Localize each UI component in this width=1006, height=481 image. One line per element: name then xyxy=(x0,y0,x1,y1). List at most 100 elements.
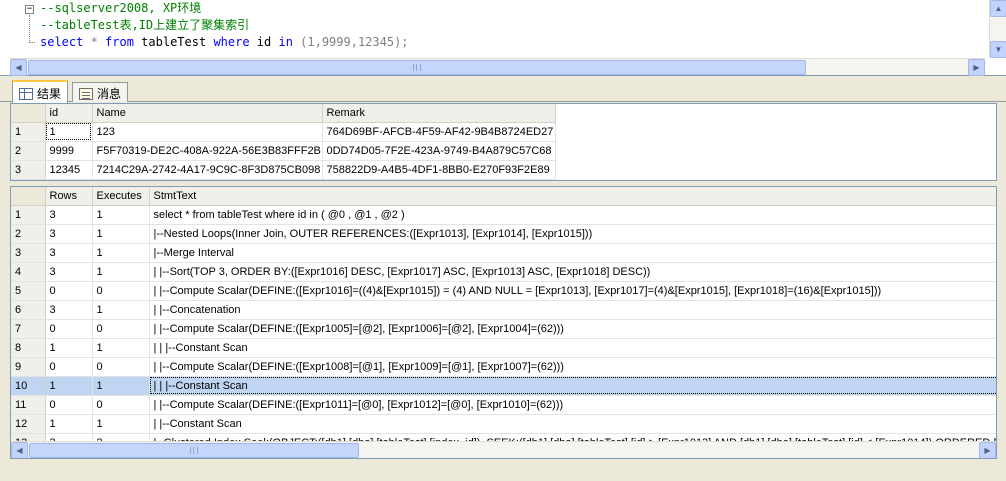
cell-remark[interactable]: 764D69BF-AFCB-4F59-AF42-9B4B8724ED27 xyxy=(322,122,556,142)
scroll-down-icon[interactable]: ▼ xyxy=(990,41,1006,58)
cell-stmttext[interactable]: | | |--Constant Scan xyxy=(149,338,996,358)
cell-executes[interactable]: 1 xyxy=(92,243,150,263)
cell-executes[interactable]: 1 xyxy=(92,376,150,396)
cell-rows[interactable]: 1 xyxy=(45,414,93,434)
row-number[interactable]: 11 xyxy=(11,395,46,415)
cell-remark[interactable]: 758822D9-A4B5-4DF1-8BB0-E270F93F2E89 xyxy=(322,160,556,180)
table-row[interactable]: 1 1 123 764D69BF-AFCB-4F59-AF42-9B4B8724… xyxy=(11,122,556,142)
cell-rows[interactable]: 1 xyxy=(45,338,93,358)
collapse-toggle-icon[interactable]: − xyxy=(25,5,34,14)
cell-stmttext[interactable]: | |--Compute Scalar(DEFINE:([Expr1008]=[… xyxy=(149,357,996,377)
cell-executes[interactable]: 1 xyxy=(92,224,150,244)
cell-rows[interactable]: 0 xyxy=(45,281,93,301)
column-header-executes[interactable]: Executes xyxy=(92,187,150,206)
cell-id[interactable]: 1 xyxy=(45,122,93,142)
table-row[interactable]: 500 | |--Compute Scalar(DEFINE:([Expr101… xyxy=(11,281,996,301)
cell-executes[interactable]: 0 xyxy=(92,395,150,415)
results-grid[interactable]: id Name Remark 1 1 123 764D69BF-AFCB-4F5… xyxy=(10,103,997,181)
cell-executes[interactable]: 0 xyxy=(92,319,150,339)
table-row[interactable]: 11 0 0 | |--Compute Scalar(DEFINE:([Expr10… xyxy=(11,395,996,415)
table-row[interactable]: 431 | |--Sort(TOP 3, ORDER BY:([Expr1016… xyxy=(11,262,996,282)
cell-stmttext[interactable]: | | |--Constant Scan xyxy=(149,376,996,396)
grid-corner[interactable] xyxy=(11,187,46,206)
showplan-scroll-thumb[interactable] xyxy=(29,443,359,458)
editor-vertical-scrollbar[interactable]: ▲ ▼ xyxy=(989,0,1006,58)
row-number[interactable]: 1 xyxy=(11,122,46,142)
cell-stmttext[interactable]: | |--Constant Scan xyxy=(149,414,996,434)
table-row[interactable]: 2 9999 F5F70319-DE2C-408A-922A-56E3B83FF… xyxy=(11,141,556,161)
cell-name[interactable]: 123 xyxy=(92,122,323,142)
showplan-grid[interactable]: Rows Executes StmtText 1 3 1 select * from … xyxy=(10,186,997,459)
cell-name[interactable]: 7214C29A-2742-4A17-9C9C-8F3D875CB098 xyxy=(92,160,323,180)
scroll-up-icon[interactable]: ▲ xyxy=(990,0,1006,17)
table-row[interactable]: 3 12345 7214C29A-2742-4A17-9C9C-8F3D875C… xyxy=(11,160,556,180)
table-row[interactable]: 900 | |--Compute Scalar(DEFINE:([Expr100… xyxy=(11,357,996,377)
cell-id[interactable]: 9999 xyxy=(45,141,93,161)
editor-horizontal-scrollbar[interactable]: ◀ ▶ xyxy=(10,58,985,76)
cell-rows[interactable]: 0 xyxy=(45,357,93,377)
cell-stmttext[interactable]: | |--Sort(TOP 3, ORDER BY:([Expr1016] DE… xyxy=(149,262,996,282)
cell-stmttext[interactable]: | |--Compute Scalar(DEFINE:([Expr1005]=[… xyxy=(149,319,996,339)
scroll-left-icon[interactable]: ◀ xyxy=(10,59,27,76)
cell-rows[interactable]: 3 xyxy=(45,243,93,263)
table-row[interactable]: 631 | |--Concatenation xyxy=(11,300,996,320)
cell-executes[interactable]: 1 xyxy=(92,414,150,434)
row-number[interactable]: 8 xyxy=(11,338,46,358)
row-number[interactable]: 4 xyxy=(11,262,46,282)
row-number[interactable]: 7 xyxy=(11,319,46,339)
cell-executes[interactable]: 0 xyxy=(92,281,150,301)
column-header-stmttext[interactable]: StmtText xyxy=(149,187,996,206)
cell-stmttext[interactable]: |--Nested Loops(Inner Join, OUTER REFERE… xyxy=(149,224,996,244)
cell-rows[interactable]: 0 xyxy=(45,395,93,415)
tab-results[interactable]: 结果 xyxy=(12,80,69,103)
cell-executes[interactable]: 1 xyxy=(92,262,150,282)
cell-stmttext[interactable]: | |--Compute Scalar(DEFINE:([Expr1011]=[… xyxy=(149,395,996,415)
table-row[interactable]: 10 1 1 | | |--Constant Scan xyxy=(11,376,996,396)
table-row[interactable]: 811 | | |--Constant Scan xyxy=(11,338,996,358)
table-row[interactable]: 331 |--Merge Interval xyxy=(11,243,996,263)
cell-rows[interactable]: 1 xyxy=(45,376,93,396)
table-row[interactable]: 12 1 1 | |--Constant Scan xyxy=(11,414,996,434)
scroll-left-icon[interactable]: ◀ xyxy=(11,442,28,458)
row-number[interactable]: 2 xyxy=(11,141,46,161)
cell-stmttext[interactable]: | |--Compute Scalar(DEFINE:([Expr1016]=(… xyxy=(149,281,996,301)
row-number[interactable]: 6 xyxy=(11,300,46,320)
cell-id[interactable]: 12345 xyxy=(45,160,93,180)
cell-rows[interactable]: 3 xyxy=(45,205,93,225)
column-header-id[interactable]: id xyxy=(45,104,93,123)
scroll-right-icon[interactable]: ▶ xyxy=(979,442,996,458)
showplan-horizontal-scrollbar[interactable]: ◀ ▶ xyxy=(11,441,996,458)
cell-rows[interactable]: 3 xyxy=(45,224,93,244)
cell-rows[interactable]: 0 xyxy=(45,319,93,339)
grid-corner[interactable] xyxy=(11,104,46,123)
column-header-rows[interactable]: Rows xyxy=(45,187,93,206)
cell-rows[interactable]: 3 xyxy=(45,300,93,320)
row-number[interactable]: 3 xyxy=(11,160,46,180)
editor-scroll-thumb[interactable] xyxy=(28,60,806,75)
cell-executes[interactable]: 1 xyxy=(92,338,150,358)
table-row[interactable]: 700 | |--Compute Scalar(DEFINE:([Expr100… xyxy=(11,319,996,339)
table-row[interactable]: 1 3 1 select * from tableTest where id in (… xyxy=(11,205,996,225)
scroll-right-icon[interactable]: ▶ xyxy=(968,59,985,76)
cell-stmttext[interactable]: | |--Concatenation xyxy=(149,300,996,320)
cell-executes[interactable]: 1 xyxy=(92,300,150,320)
row-number[interactable]: 10 xyxy=(11,376,46,396)
column-header-name[interactable]: Name xyxy=(92,104,323,123)
query-editor[interactable]: − --sqlserver2008, XP环境 --tableTest表,ID上… xyxy=(0,0,1006,76)
row-number[interactable]: 5 xyxy=(11,281,46,301)
row-number[interactable]: 2 xyxy=(11,224,46,244)
tab-messages[interactable]: 消息 xyxy=(72,82,129,102)
cell-stmttext[interactable]: select * from tableTest where id in ( @0… xyxy=(149,205,996,225)
row-number[interactable]: 9 xyxy=(11,357,46,377)
cell-stmttext[interactable]: |--Merge Interval xyxy=(149,243,996,263)
cell-executes[interactable]: 0 xyxy=(92,357,150,377)
table-row[interactable]: 231 |--Nested Loops(Inner Join, OUTER RE… xyxy=(11,224,996,244)
cell-rows[interactable]: 3 xyxy=(45,262,93,282)
row-number[interactable]: 3 xyxy=(11,243,46,263)
cell-executes[interactable]: 1 xyxy=(92,205,150,225)
row-number[interactable]: 1 xyxy=(11,205,46,225)
cell-remark[interactable]: 0DD74D05-7F2E-423A-9749-B4A879C57C68 xyxy=(322,141,556,161)
cell-name[interactable]: F5F70319-DE2C-408A-922A-56E3B83FFF2B xyxy=(92,141,323,161)
column-header-remark[interactable]: Remark xyxy=(322,104,556,123)
row-number[interactable]: 12 xyxy=(11,414,46,434)
